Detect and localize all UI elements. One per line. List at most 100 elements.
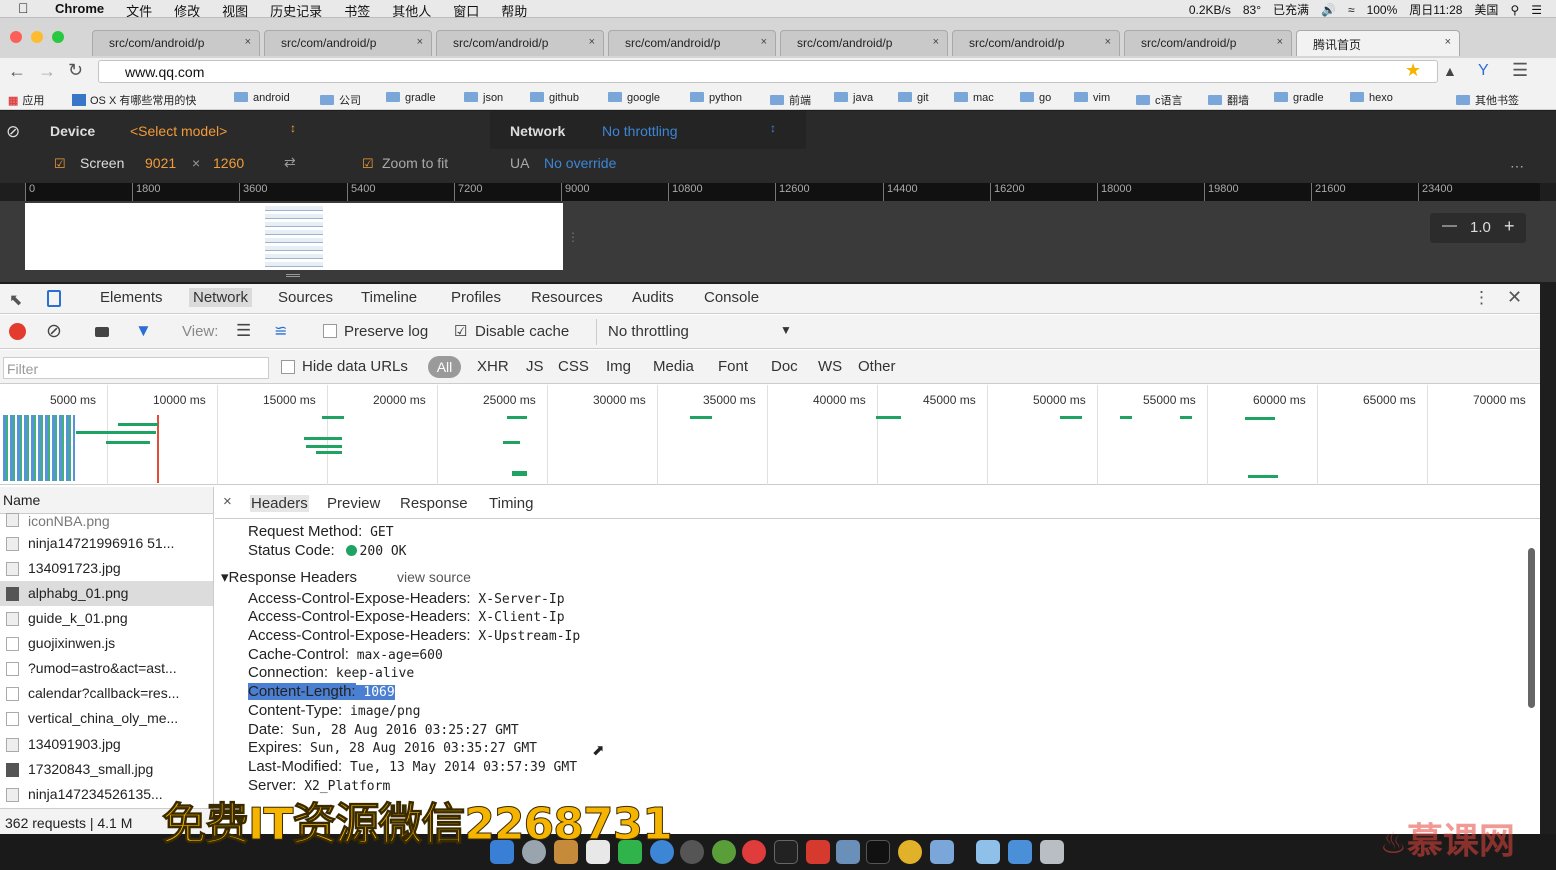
bookmark-folder[interactable]: hexo	[1350, 92, 1393, 104]
zoom-out-button[interactable]: —	[1442, 217, 1457, 234]
type-filter-media[interactable]: Media	[653, 358, 694, 375]
close-tab-icon[interactable]: ×	[1277, 36, 1283, 48]
bookmark-folder[interactable]: mac	[954, 92, 994, 104]
bookmark-item[interactable]: OS X 有哪些常用的快	[72, 92, 196, 108]
bookmark-folder[interactable]: vim	[1074, 92, 1110, 104]
bookmark-folder[interactable]: git	[898, 92, 929, 104]
panel-resize-handle-icon[interactable]	[286, 274, 300, 277]
trash-icon[interactable]	[1040, 840, 1064, 864]
devtools-menu-icon[interactable]: ⋮	[1473, 288, 1490, 308]
close-tab-icon[interactable]: ×	[1105, 36, 1111, 48]
filter-icon[interactable]: ▼	[135, 321, 152, 341]
bookmark-folder[interactable]: go	[1020, 92, 1051, 104]
close-tab-icon[interactable]: ×	[933, 36, 939, 48]
tab-preview[interactable]: Preview	[327, 495, 380, 512]
spotlight-icon[interactable]: ⚲	[1510, 3, 1519, 17]
overview-icon[interactable]: ≌	[274, 321, 287, 341]
bookmark-folder[interactable]: c语言	[1136, 92, 1183, 108]
record-icon[interactable]	[9, 323, 26, 340]
browser-tab[interactable]: src/com/android/p ×	[952, 30, 1120, 56]
tab-timeline[interactable]: Timeline	[361, 289, 417, 306]
screen-checkbox[interactable]: ☑	[54, 156, 66, 172]
capture-screenshots-icon[interactable]	[95, 327, 109, 337]
network-throttle-select[interactable]: No throttling	[602, 123, 677, 139]
request-row[interactable]: 134091723.jpg	[0, 556, 213, 581]
emulated-page[interactable]	[25, 203, 563, 270]
bookmark-folder[interactable]: 公司	[320, 92, 361, 108]
tab-elements[interactable]: Elements	[100, 289, 163, 306]
zoom-window-button[interactable]	[52, 31, 64, 43]
type-filter-font[interactable]: Font	[718, 358, 748, 375]
detail-scrollbar[interactable]	[1528, 548, 1535, 708]
filter-input[interactable]: Filter	[3, 357, 269, 379]
forward-icon[interactable]: →	[38, 61, 56, 82]
bookmark-folder[interactable]: java	[834, 92, 873, 104]
type-filter-all[interactable]: All	[428, 356, 461, 378]
volume-icon[interactable]: 🔊	[1321, 3, 1336, 17]
tab-audits[interactable]: Audits	[632, 289, 674, 306]
tab-headers[interactable]: Headers	[250, 495, 309, 512]
extension-icon[interactable]: ▲	[1443, 63, 1457, 79]
browser-app-icon[interactable]	[742, 840, 766, 864]
close-tab-icon[interactable]: ×	[245, 36, 251, 48]
browser-tab[interactable]: src/com/android/p ×	[608, 30, 776, 56]
bookmark-folder[interactable]: gradle	[386, 92, 436, 104]
request-row[interactable]: 17320843_small.jpg	[0, 757, 213, 782]
bookmark-folder[interactable]: github	[530, 92, 579, 104]
throttling-select[interactable]: No throttling	[608, 323, 689, 340]
downloads-folder-icon[interactable]	[1008, 840, 1032, 864]
xmind-icon[interactable]	[806, 840, 830, 864]
throttle-select-arrow-icon[interactable]: ↕	[770, 121, 776, 135]
more-options-icon[interactable]: ⋯	[1510, 158, 1524, 175]
close-tab-icon[interactable]: ×	[1445, 36, 1451, 48]
tab-resources[interactable]: Resources	[531, 289, 603, 306]
reload-icon[interactable]: ↻	[68, 60, 83, 81]
app-store-icon[interactable]	[930, 840, 954, 864]
disable-cache-checkbox[interactable]: ☑	[454, 322, 467, 340]
close-devtools-icon[interactable]: ✕	[1507, 287, 1522, 308]
network-overview[interactable]: 5000 ms 10000 ms 15000 ms 20000 ms 25000…	[0, 385, 1540, 485]
bookmark-star-icon[interactable]: ★	[1405, 60, 1421, 81]
address-bar[interactable]: www.qq.com	[98, 60, 1438, 83]
bookmark-folder[interactable]: python	[690, 92, 742, 104]
tab-sources[interactable]: Sources	[278, 289, 333, 306]
request-row[interactable]: calendar?callback=res...	[0, 681, 213, 706]
wifi-icon[interactable]: ≈	[1348, 3, 1355, 17]
bookmark-folder[interactable]: google	[608, 92, 660, 104]
browser-tab[interactable]: src/com/android/p ×	[1124, 30, 1292, 56]
close-tab-icon[interactable]: ×	[761, 36, 767, 48]
tab-timing[interactable]: Timing	[489, 495, 533, 512]
preview-icon[interactable]	[836, 840, 860, 864]
resize-handle-icon[interactable]: ⋮	[567, 230, 579, 244]
device-model-select[interactable]: <Select model>	[130, 123, 227, 139]
bookmark-apps[interactable]: ▦ 应用	[8, 92, 44, 108]
back-icon[interactable]: ←	[8, 61, 26, 82]
large-rows-icon[interactable]: ☰	[236, 321, 251, 341]
bookmark-folder[interactable]: android	[234, 92, 290, 104]
menu-icon[interactable]: ☰	[1512, 60, 1528, 81]
request-row[interactable]: ?umod=astro&act=ast...	[0, 656, 213, 681]
extension-y-icon[interactable]: Y	[1478, 62, 1489, 80]
bookmark-folder[interactable]: 翻墙	[1208, 92, 1249, 108]
request-row[interactable]: 134091903.jpg	[0, 732, 213, 757]
applications-folder-icon[interactable]	[976, 840, 1000, 864]
input-method[interactable]: 美国	[1474, 1, 1498, 18]
apple-icon[interactable]: 	[18, 0, 29, 16]
hide-data-urls-checkbox[interactable]	[281, 360, 295, 374]
expand-triangle-icon[interactable]: ▾	[221, 569, 229, 586]
tab-response[interactable]: Response	[400, 495, 468, 512]
bookmark-folder[interactable]: json	[464, 92, 503, 104]
type-filter-js[interactable]: JS	[526, 358, 544, 375]
view-source-link[interactable]: view source	[397, 569, 471, 585]
tab-network[interactable]: Network	[189, 288, 253, 307]
terminal-icon[interactable]	[774, 840, 798, 864]
bookmark-folder[interactable]: gradle	[1274, 92, 1324, 104]
disable-device-mode-icon[interactable]: ⊘	[6, 122, 20, 142]
chrome-icon[interactable]	[898, 840, 922, 864]
close-tab-icon[interactable]: ×	[417, 36, 423, 48]
clock[interactable]: 周日11:28	[1409, 1, 1462, 18]
browser-tab[interactable]: src/com/android/p ×	[780, 30, 948, 56]
clear-icon[interactable]: ⊘	[46, 320, 62, 343]
type-filter-other[interactable]: Other	[858, 358, 896, 375]
swap-dimensions-icon[interactable]: ⇄	[284, 154, 296, 171]
